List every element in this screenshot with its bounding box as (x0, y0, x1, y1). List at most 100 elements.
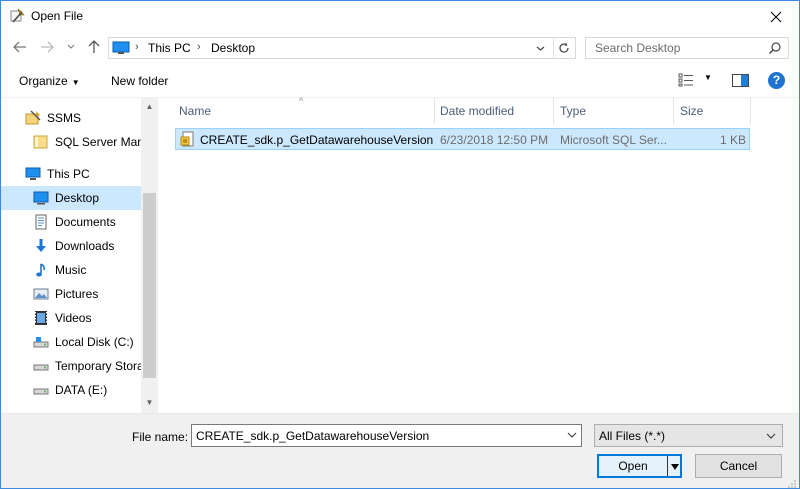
organize-menu[interactable]: Organize ▼ (19, 74, 80, 88)
nav-item-ssms[interactable]: SSMS (1, 106, 141, 130)
nav-item-local-disk-c[interactable]: Local Disk (C:) (1, 330, 141, 354)
nav-item-documents[interactable]: Documents (1, 210, 141, 234)
videos-icon (33, 310, 49, 326)
file-name-field[interactable]: CREATE_sdk.p_GetDatawarehouseVersion (191, 424, 582, 447)
search-icon[interactable] (768, 41, 782, 55)
window-title: Open File (31, 9, 84, 23)
command-bar: Organize ▼ New folder ▼ ? (1, 64, 799, 98)
folder-icon (33, 134, 49, 150)
nav-item-pictures[interactable]: Pictures (1, 282, 141, 306)
search-placeholder[interactable]: Search Desktop (595, 41, 680, 55)
open-file-dialog: Open File › This PC › Desktop Search Des… (0, 0, 800, 489)
computer-icon (112, 41, 130, 55)
change-view-button[interactable] (678, 73, 694, 90)
scroll-up-icon[interactable]: ▲ (144, 102, 155, 113)
breadcrumb-desktop[interactable]: Desktop (211, 41, 255, 55)
column-divider[interactable] (750, 98, 751, 124)
table-row[interactable]: CREATE_sdk.p_GetDatawarehouseVersion 6/2… (175, 128, 750, 150)
arrow-right-icon (41, 41, 54, 53)
nav-item-sql-server-management[interactable]: SQL Server Mana (1, 130, 141, 154)
file-name-history-dropdown[interactable] (565, 428, 579, 442)
column-header-date-modified[interactable]: Date modified (435, 98, 553, 124)
nav-item-label: Videos (55, 311, 92, 325)
close-button[interactable] (753, 1, 799, 32)
arrow-up-icon (88, 40, 100, 53)
nav-item-data-e[interactable]: DATA (E:) (1, 378, 141, 402)
column-header-label: Type (560, 104, 587, 118)
open-button-label: Open (618, 459, 648, 473)
file-type-value: All Files (*.*) (599, 429, 666, 443)
chevron-down-icon (67, 44, 75, 49)
help-icon[interactable]: ? (768, 72, 785, 89)
open-options-dropdown[interactable] (670, 461, 680, 471)
file-date-modified: 6/23/2018 12:50 PM (440, 133, 549, 147)
column-header-type[interactable]: Type (554, 98, 673, 124)
refresh-button[interactable] (553, 38, 573, 58)
file-size: 1 KB (719, 133, 746, 147)
recent-locations-button[interactable] (65, 39, 77, 55)
column-header-size[interactable]: Size (674, 98, 750, 124)
nav-item-desktop[interactable]: Desktop (1, 186, 141, 210)
nav-item-videos[interactable]: Videos (1, 306, 141, 330)
title-bar[interactable]: Open File (1, 1, 799, 32)
file-type-select[interactable]: All Files (*.*) (594, 424, 783, 447)
preview-pane-button[interactable] (732, 74, 749, 90)
downloads-icon (33, 238, 49, 254)
resize-grip-icon[interactable] (787, 478, 797, 488)
nav-item-temporary-storage[interactable]: Temporary Stora (1, 354, 141, 378)
column-header-label: Size (680, 104, 704, 118)
chevron-down-icon (764, 429, 778, 443)
nav-item-label: Desktop (55, 191, 100, 205)
nav-item-label: Music (55, 263, 87, 277)
navigation-pane: SSMS SQL Server Mana This PC (1, 98, 158, 413)
chevron-down-icon (536, 46, 544, 51)
cancel-button[interactable]: Cancel (695, 454, 782, 478)
breadcrumb-this-pc[interactable]: This PC (148, 41, 191, 55)
nav-item-label: SSMS (47, 111, 82, 125)
drive-icon (33, 382, 49, 398)
split-divider (667, 456, 668, 476)
file-name-value[interactable]: CREATE_sdk.p_GetDatawarehouseVersion (196, 429, 429, 443)
chevron-down-icon (567, 432, 577, 438)
ssms-folder-icon (25, 110, 41, 126)
file-name-label: File name: (132, 430, 189, 444)
nav-item-this-pc[interactable]: This PC (1, 162, 141, 186)
forward-button[interactable] (39, 39, 55, 55)
search-box[interactable]: Search Desktop (585, 37, 789, 59)
documents-icon (33, 214, 49, 230)
scroll-down-icon[interactable]: ▼ (144, 398, 155, 409)
nav-item-label: Local Disk (C:) (55, 335, 134, 349)
caret-down-icon (671, 464, 679, 470)
sql-file-icon (180, 131, 196, 150)
column-header-name[interactable]: Name (171, 98, 434, 124)
nav-item-label: This PC (47, 167, 90, 181)
nav-item-label: Pictures (55, 287, 99, 301)
address-bar[interactable]: › This PC › Desktop (108, 37, 576, 59)
pictures-icon (33, 286, 49, 302)
scrollbar-thumb[interactable] (143, 193, 156, 378)
address-row: › This PC › Desktop Search Desktop (1, 32, 799, 64)
file-name: CREATE_sdk.p_GetDatawarehouseVersion (200, 133, 434, 147)
cancel-button-label: Cancel (719, 459, 758, 473)
nav-item-downloads[interactable]: Downloads (1, 234, 141, 258)
open-button[interactable]: Open (597, 454, 682, 478)
back-button[interactable] (12, 39, 28, 55)
close-icon (770, 11, 782, 22)
up-button[interactable] (86, 39, 102, 55)
address-dropdown-button[interactable] (531, 38, 549, 58)
breadcrumb-separator[interactable]: › (197, 41, 201, 53)
drive-icon (33, 358, 49, 374)
dialog-footer: File name: CREATE_sdk.p_GetDatawarehouse… (1, 413, 799, 488)
organize-label: Organize (19, 74, 68, 88)
arrow-left-icon (13, 41, 26, 53)
breadcrumb-separator[interactable]: › (135, 41, 139, 53)
desktop-icon (33, 190, 49, 206)
nav-scrollbar[interactable]: ▲ ▼ (141, 98, 158, 413)
column-header-label: Name (179, 104, 212, 118)
view-options-dropdown[interactable]: ▼ (704, 73, 712, 82)
open-file-app-icon (9, 8, 25, 24)
nav-item-music[interactable]: Music (1, 258, 141, 282)
nav-item-label: DATA (E:) (55, 383, 108, 397)
file-type: Microsoft SQL Ser... (560, 133, 667, 147)
new-folder-button[interactable]: New folder (111, 74, 168, 88)
